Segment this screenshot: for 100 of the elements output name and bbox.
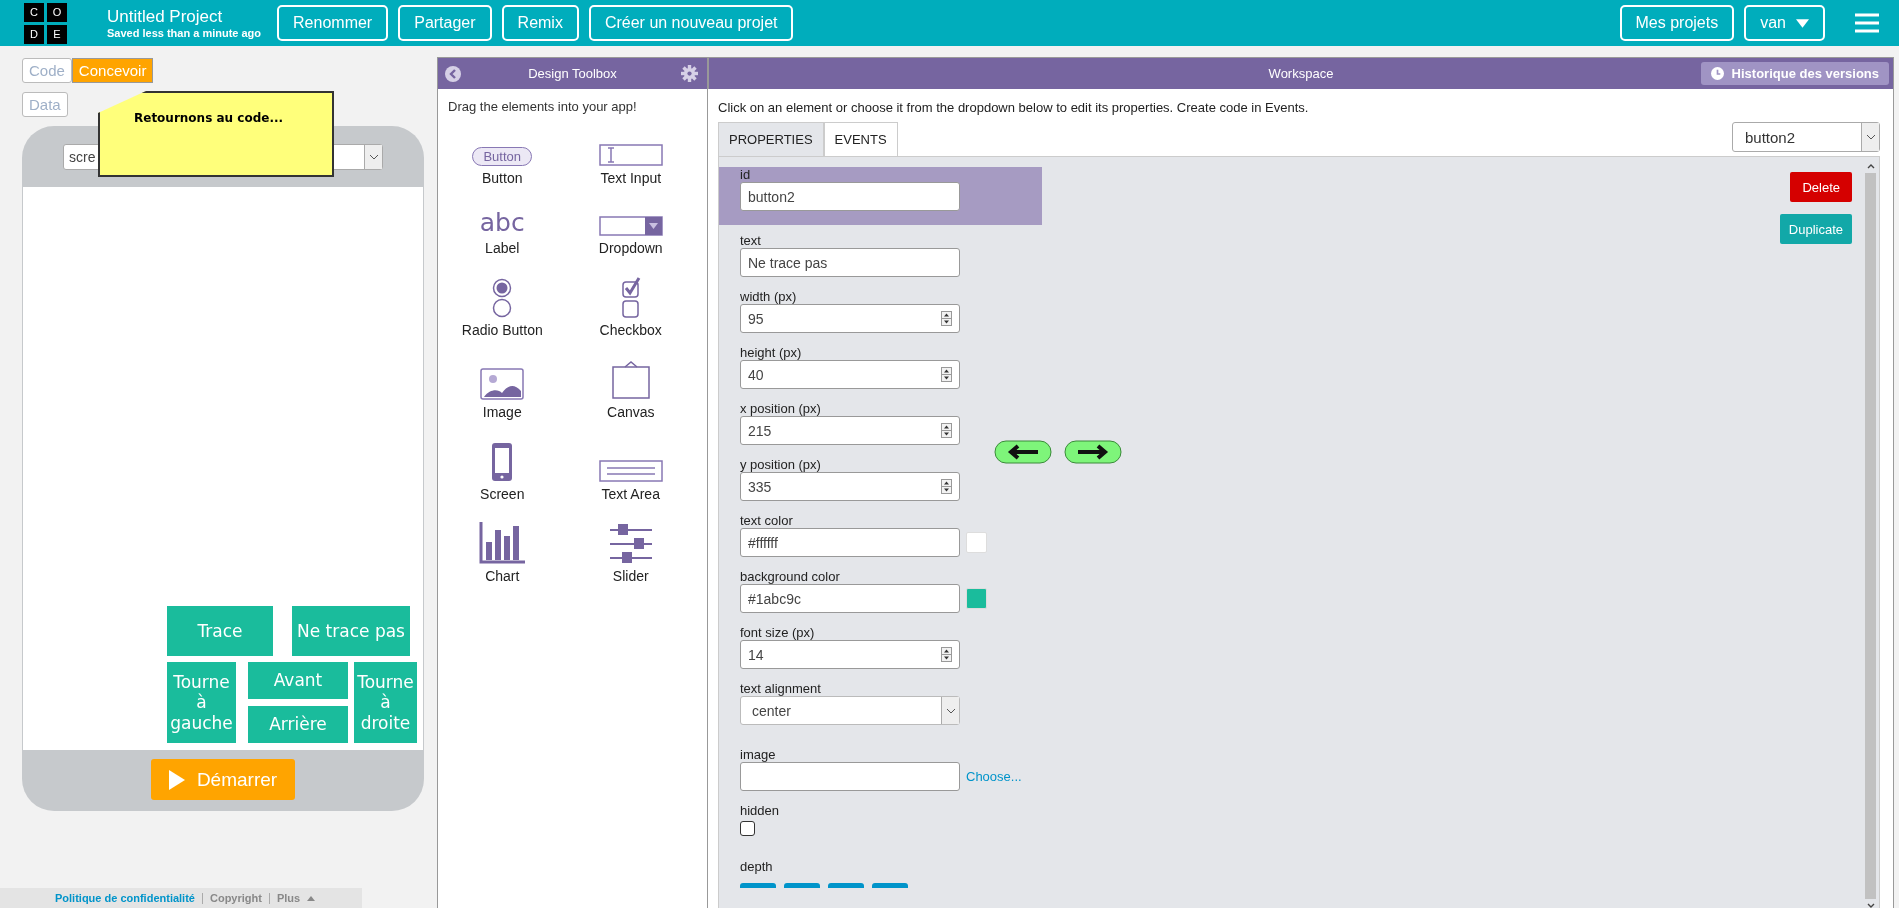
delete-button[interactable]: Delete <box>1790 172 1852 202</box>
properties-tab[interactable]: EVENTS <box>823 122 898 156</box>
tooltip-text: Retournons au code... <box>134 111 284 125</box>
duplicate-button[interactable]: Duplicate <box>1779 214 1852 244</box>
checkbox[interactable] <box>740 821 755 836</box>
caret-up-icon <box>307 895 316 901</box>
spinner-icon[interactable] <box>941 647 952 662</box>
logo-letter: C <box>24 2 44 22</box>
text-field[interactable]: #ffffff <box>740 528 960 557</box>
panel-title: Design Toolbox <box>528 66 617 81</box>
radio-button-icon[interactable] <box>491 278 514 318</box>
property-label: hidden <box>740 803 781 818</box>
toolbox-item-label: Button <box>482 170 523 186</box>
text-input-icon[interactable] <box>598 144 663 166</box>
clock-icon <box>1710 67 1724 80</box>
property-label: y position (px) <box>740 457 822 472</box>
version-history-button[interactable]: Historique des versions <box>1700 62 1889 85</box>
app-button[interactable]: Tourne à droite <box>354 662 417 743</box>
property-label: image <box>740 747 777 762</box>
element-dropdown[interactable]: button2 <box>1732 122 1880 152</box>
number-field[interactable]: 14 <box>740 640 960 669</box>
phone-icon[interactable] <box>491 442 514 482</box>
text-area-icon[interactable] <box>598 460 663 482</box>
footer-link[interactable]: Politique de confidentialité <box>55 892 195 904</box>
image-field[interactable] <box>740 762 960 791</box>
text-field[interactable]: button2 <box>740 182 960 211</box>
mode-tab[interactable]: Code <box>22 58 72 83</box>
menu-icon[interactable] <box>1855 13 1879 33</box>
instructions: Click on an element or choose it from the dropdown below to edit its properties. Create code in Events. <box>717 99 1310 115</box>
property-label: depth <box>740 859 774 874</box>
user-menu-button[interactable]: van <box>1744 5 1825 41</box>
property-label: text <box>740 233 762 248</box>
spinner-icon[interactable] <box>941 367 952 382</box>
dropdown-icon[interactable] <box>598 216 663 236</box>
image-icon[interactable] <box>480 368 525 400</box>
mode-tab[interactable]: Concevoir <box>71 58 154 83</box>
run-button[interactable]: Démarrer <box>151 759 295 800</box>
spinner-icon[interactable] <box>941 423 952 438</box>
toolbox-item-label: Checkbox <box>599 322 662 338</box>
property-label: id <box>740 167 752 182</box>
header-button[interactable]: Renommer <box>277 5 389 41</box>
property-label: height (px) <box>740 345 803 360</box>
spinner-icon[interactable] <box>941 479 952 494</box>
toolbox-item-label: Text Area <box>601 486 660 502</box>
scroll-down-icon[interactable] <box>1866 903 1875 908</box>
number-field[interactable]: 40 <box>740 360 960 389</box>
canvas-icon[interactable] <box>610 360 651 400</box>
select-field[interactable]: center <box>740 696 960 725</box>
logo[interactable]: C O D E <box>24 2 67 44</box>
footer-link[interactable]: Copyright <box>209 892 262 904</box>
property-label: width (px) <box>740 289 798 304</box>
toolbox-item-label: Screen <box>480 486 525 502</box>
properties-tab[interactable]: PROPERTIES <box>718 122 824 156</box>
data-button[interactable]: Data <box>22 92 68 117</box>
checkbox-icon[interactable] <box>619 276 642 318</box>
button-icon[interactable]: Button <box>472 147 533 166</box>
chevron-down-icon <box>945 707 956 714</box>
header-button[interactable]: Créer un nouveau projet <box>588 5 794 41</box>
header-button[interactable]: Partager <box>398 5 492 41</box>
collapse-icon[interactable] <box>445 65 461 82</box>
toolbox-item-label: Image <box>482 404 522 420</box>
panel-title: Workspace <box>1268 66 1334 81</box>
project-title: Untitled Project <box>107 7 224 27</box>
app-button[interactable]: Avant <box>248 662 348 699</box>
property-label: text alignment <box>740 681 822 696</box>
toolbox-item-label: Canvas <box>607 404 655 420</box>
property-label: background color <box>740 569 841 584</box>
app-button[interactable]: Trace <box>167 606 273 656</box>
toolbox-item-label: Dropdown <box>598 240 663 256</box>
app-button[interactable]: Arrière <box>248 706 348 743</box>
color-swatch[interactable] <box>966 532 987 553</box>
color-swatch[interactable] <box>966 588 987 609</box>
toolbox-hint: Drag the elements into your app! <box>447 98 638 114</box>
save-status: Saved less than a minute ago <box>107 27 262 39</box>
choose-link[interactable]: Choose... <box>966 769 1022 784</box>
number-field[interactable]: 95 <box>740 304 960 333</box>
toolbox-item-label: Slider <box>612 568 649 584</box>
number-field[interactable]: 335 <box>740 472 960 501</box>
number-field[interactable]: 215 <box>740 416 960 445</box>
logo-letter: O <box>47 2 67 22</box>
app-button[interactable]: Ne trace pas <box>292 606 410 656</box>
toolbox-item-label: Radio Button <box>461 322 543 338</box>
my-projects-button[interactable]: Mes projets <box>1619 5 1735 41</box>
logo-letter: E <box>47 24 67 44</box>
text-field[interactable]: #1abc9c <box>740 584 960 613</box>
chevron-down-icon <box>1865 134 1876 140</box>
text-field[interactable]: Ne trace pas <box>740 248 960 277</box>
app-button[interactable]: Tourne à gauche <box>167 662 236 743</box>
label-icon[interactable]: abc <box>479 210 525 236</box>
chevron-down-icon <box>368 153 379 160</box>
settings-icon[interactable] <box>681 65 698 82</box>
header-button[interactable]: Remix <box>501 5 579 41</box>
slider-icon[interactable] <box>607 524 654 564</box>
toolbox-item-label: Text Input <box>600 170 662 186</box>
caret-icon <box>1796 18 1809 28</box>
bar-chart-icon[interactable] <box>479 522 526 564</box>
scroll-up-icon[interactable] <box>1866 163 1875 169</box>
spinner-icon[interactable] <box>941 311 952 326</box>
footer-link[interactable]: Plus <box>276 892 301 904</box>
property-label: x position (px) <box>740 401 822 416</box>
